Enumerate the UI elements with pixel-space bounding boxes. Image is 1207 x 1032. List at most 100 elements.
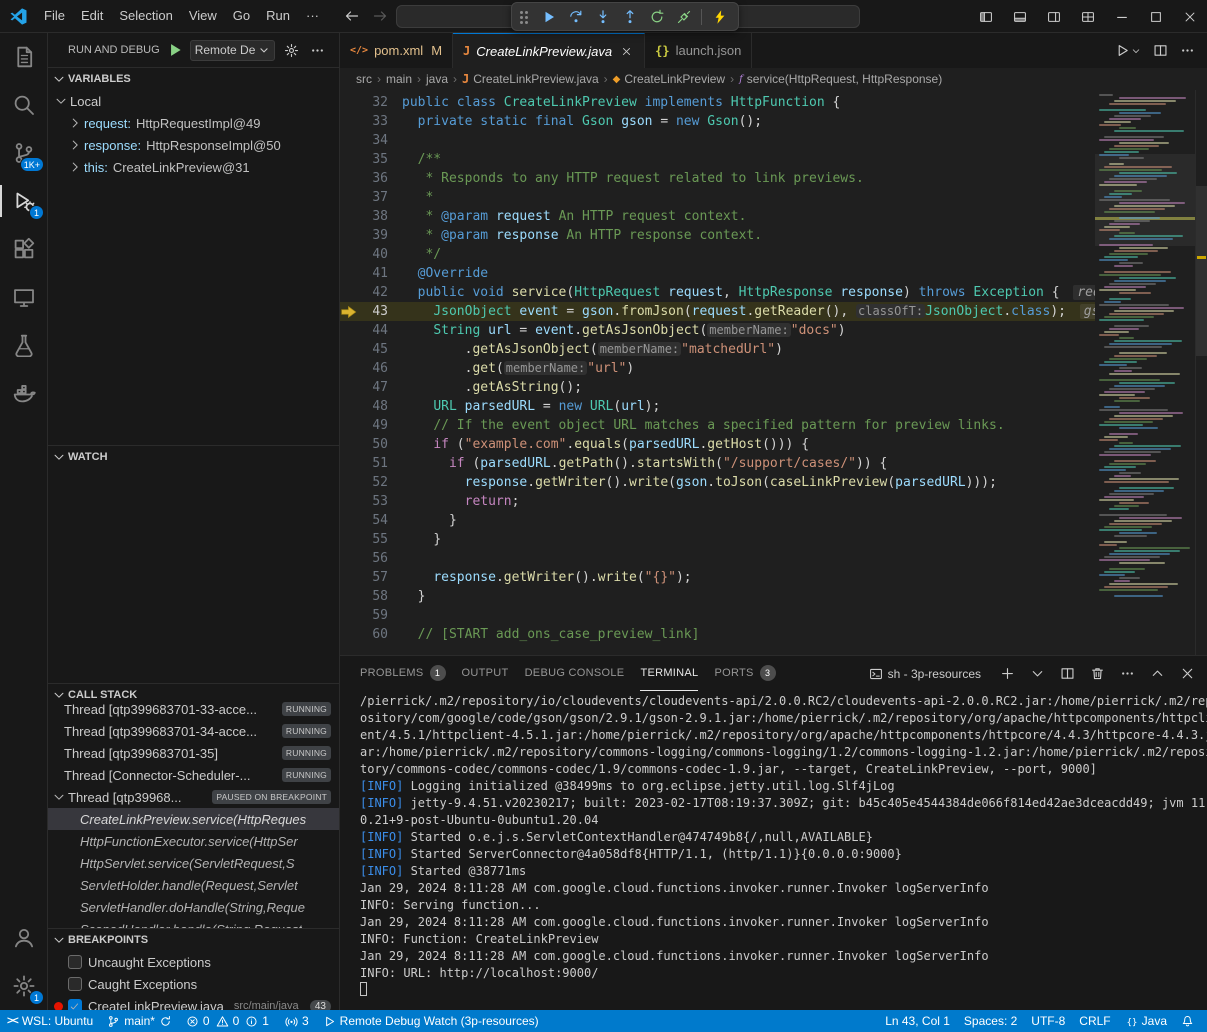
activitybar-testing[interactable] xyxy=(0,321,47,369)
line-number[interactable]: 43 xyxy=(358,302,388,321)
code-line-41[interactable]: 41 @Override xyxy=(340,264,1095,283)
call-stack-thread[interactable]: Thread [qtp399683701-34-acce...RUNNING xyxy=(48,720,339,742)
disconnect-button[interactable] xyxy=(671,4,696,29)
line-number[interactable]: 35 xyxy=(358,150,388,169)
line-number[interactable]: 32 xyxy=(358,93,388,112)
line-number[interactable]: 60 xyxy=(358,625,388,644)
code-line-33[interactable]: 33 private static final Gson gson = new … xyxy=(340,112,1095,131)
line-number[interactable]: 53 xyxy=(358,492,388,511)
close-tab-button[interactable] xyxy=(618,43,634,59)
activitybar-docker[interactable] xyxy=(0,369,47,417)
line-number[interactable]: 55 xyxy=(358,530,388,549)
toggle-secondary-sidebar-button[interactable] xyxy=(1037,0,1071,33)
breadcrumb-item[interactable]: fservice(HttpRequest, HttpResponse) xyxy=(739,72,942,86)
close-window-button[interactable] xyxy=(1173,0,1207,33)
line-number[interactable]: 38 xyxy=(358,207,388,226)
code-area[interactable]: 32public class CreateLinkPreview impleme… xyxy=(340,90,1095,655)
line-number[interactable]: 39 xyxy=(358,226,388,245)
status-problems[interactable]: 001 xyxy=(179,1010,278,1032)
breadcrumb-item[interactable]: java xyxy=(426,72,448,86)
code-line-48[interactable]: 48 URL parsedURL = new URL(url); xyxy=(340,397,1095,416)
status-notifications[interactable] xyxy=(1174,1010,1201,1032)
activitybar-source-control[interactable]: 1K+ xyxy=(0,129,47,177)
run-or-debug-button[interactable] xyxy=(1115,43,1141,58)
menu-go[interactable]: Go xyxy=(225,4,258,28)
step-into-button[interactable] xyxy=(590,4,615,29)
panel-tab-debug-console[interactable]: DEBUG CONSOLE xyxy=(525,656,625,691)
line-number[interactable]: 42 xyxy=(358,283,388,302)
panel-tab-ports[interactable]: PORTS3 xyxy=(714,656,775,691)
panel-tab-problems[interactable]: PROBLEMS1 xyxy=(360,656,446,691)
debug-current-line-arrow-icon[interactable] xyxy=(340,303,358,321)
menu-file[interactable]: File xyxy=(36,4,73,28)
line-number[interactable]: 45 xyxy=(358,340,388,359)
debug-config-select[interactable]: Remote De xyxy=(190,40,276,61)
maximize-panel-button[interactable] xyxy=(1147,664,1167,684)
activitybar-remote-explorer[interactable] xyxy=(0,273,47,321)
code-line-34[interactable]: 34 xyxy=(340,131,1095,150)
new-terminal-button[interactable] xyxy=(997,664,1017,684)
scrollbar-thumb[interactable] xyxy=(1196,186,1207,356)
breakpoint-checkbox[interactable] xyxy=(68,955,82,969)
code-line-51[interactable]: 51 if (parsedURL.getPath().startsWith("/… xyxy=(340,454,1095,473)
call-stack-thread[interactable]: Thread [Connector-Scheduler-...RUNNING xyxy=(48,764,339,786)
breakpoint-row[interactable]: Caught Exceptions xyxy=(48,973,339,995)
editor-scrollbar[interactable] xyxy=(1195,90,1207,655)
line-number[interactable]: 33 xyxy=(358,112,388,131)
line-number[interactable]: 40 xyxy=(358,245,388,264)
call-stack-thread[interactable]: Thread [qtp399683701-35]RUNNING xyxy=(48,742,339,764)
breakpoint-row[interactable]: Uncaught Exceptions xyxy=(48,951,339,973)
stack-frame[interactable]: HttpServlet.service(ServletRequest,S xyxy=(48,852,339,874)
line-number[interactable]: 44 xyxy=(358,321,388,340)
terminal-output[interactable]: /pierrick/.m2/repository/io/cloudevents/… xyxy=(340,691,1207,1010)
activitybar-search[interactable] xyxy=(0,81,47,129)
variables-scope[interactable]: Local xyxy=(48,90,339,112)
code-line-55[interactable]: 55 } xyxy=(340,530,1095,549)
status-remote[interactable]: ><WSL: Ubuntu xyxy=(0,1010,100,1032)
tab-pom.xml[interactable]: </>pom.xmlM xyxy=(340,33,453,68)
line-number[interactable]: 34 xyxy=(358,131,388,150)
line-number[interactable]: 54 xyxy=(358,511,388,530)
code-line-47[interactable]: 47 .getAsString(); xyxy=(340,378,1095,397)
stack-frame[interactable]: ServletHolder.handle(Request,Servlet xyxy=(48,874,339,896)
stack-frame[interactable]: ScopedHandler.handle(String,Request xyxy=(48,918,339,928)
line-number[interactable]: 58 xyxy=(358,587,388,606)
step-out-button[interactable] xyxy=(617,4,642,29)
code-line-45[interactable]: 45 .getAsJsonObject(memberName:"matchedU… xyxy=(340,340,1095,359)
code-line-43[interactable]: 43 JsonObject event = gson.fromJson(requ… xyxy=(340,302,1095,321)
line-number[interactable]: 50 xyxy=(358,435,388,454)
close-panel-button[interactable] xyxy=(1177,664,1197,684)
status-debug-session[interactable]: Remote Debug Watch (3p-resources) xyxy=(316,1010,546,1032)
code-line-32[interactable]: 32public class CreateLinkPreview impleme… xyxy=(340,93,1095,112)
step-over-button[interactable] xyxy=(563,4,588,29)
menu-edit[interactable]: Edit xyxy=(73,4,111,28)
code-line-38[interactable]: 38 * @param request An HTTP request cont… xyxy=(340,207,1095,226)
line-number[interactable]: 41 xyxy=(358,264,388,283)
activitybar-extensions[interactable] xyxy=(0,225,47,273)
variable-row[interactable]: request:HttpRequestImpl@49 xyxy=(48,112,339,134)
line-number[interactable]: 56 xyxy=(358,549,388,568)
line-number[interactable]: 49 xyxy=(358,416,388,435)
menu-run[interactable]: Run xyxy=(258,4,298,28)
code-line-49[interactable]: 49 // If the event object URL matches a … xyxy=(340,416,1095,435)
line-number[interactable]: 57 xyxy=(358,568,388,587)
line-number[interactable]: 46 xyxy=(358,359,388,378)
code-line-36[interactable]: 36 * Responds to any HTTP request relate… xyxy=(340,169,1095,188)
code-line-42[interactable]: 42 public void service(HttpRequest reque… xyxy=(340,283,1095,302)
breadcrumb-item[interactable]: src xyxy=(356,72,372,86)
status-ports[interactable]: 3 xyxy=(278,1010,316,1032)
code-line-57[interactable]: 57 response.getWriter().write("{}"); xyxy=(340,568,1095,587)
terminal-profile-dropdown-button[interactable] xyxy=(1027,664,1047,684)
code-line-54[interactable]: 54 } xyxy=(340,511,1095,530)
activitybar-accounts[interactable] xyxy=(0,914,47,962)
activitybar-run-and-debug[interactable]: 1 xyxy=(0,177,47,225)
toggle-primary-sidebar-button[interactable] xyxy=(969,0,1003,33)
code-line-56[interactable]: 56 xyxy=(340,549,1095,568)
code-line-60[interactable]: 60 // [START add_ons_case_preview_link] xyxy=(340,625,1095,644)
code-line-46[interactable]: 46 .get(memberName:"url") xyxy=(340,359,1095,378)
code-line-50[interactable]: 50 if ("example.com".equals(parsedURL.ge… xyxy=(340,435,1095,454)
tab-CreateLinkPreview.java[interactable]: JCreateLinkPreview.java xyxy=(453,33,645,68)
watch-section-header[interactable]: WATCH xyxy=(48,446,339,468)
variables-section-header[interactable]: VARIABLES xyxy=(48,68,339,90)
code-line-52[interactable]: 52 response.getWriter().write(gson.toJso… xyxy=(340,473,1095,492)
